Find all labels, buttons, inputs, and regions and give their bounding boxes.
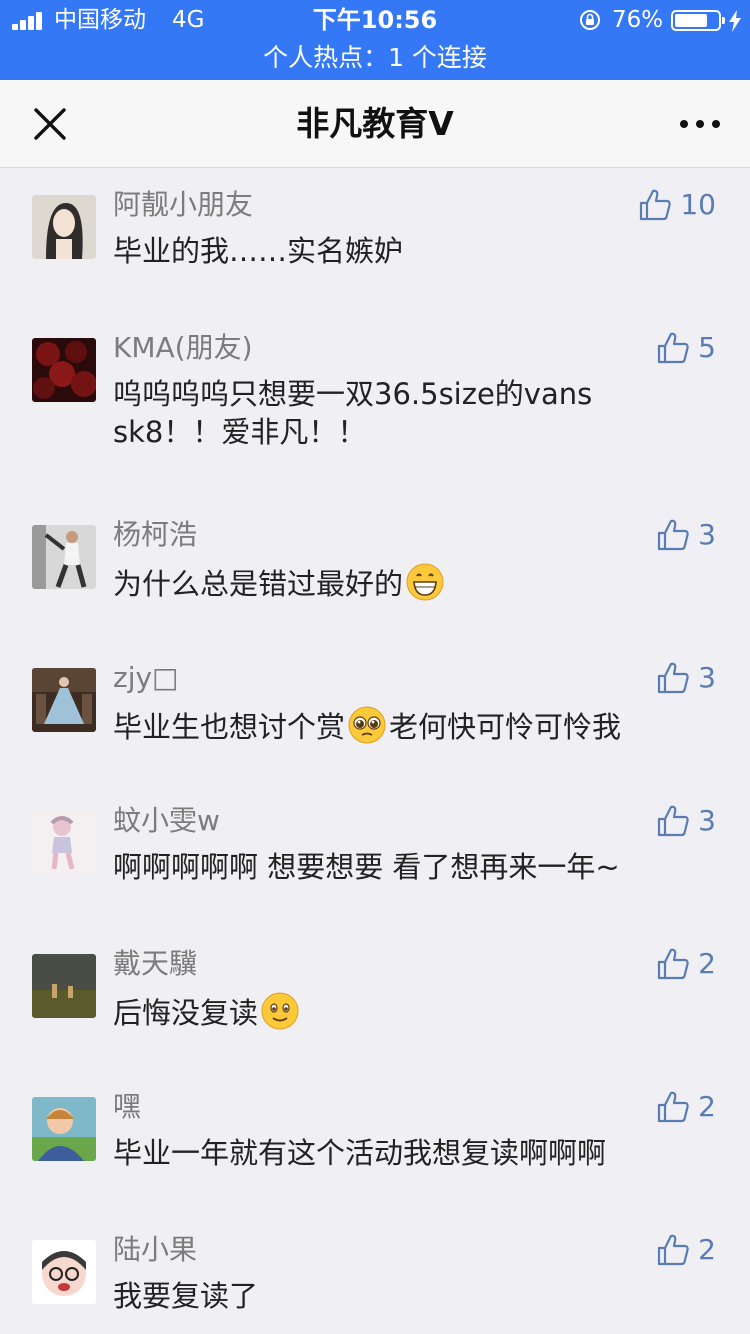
comment-nickname: zjy□ <box>113 661 179 694</box>
comment-text: 我要复读了 <box>113 1279 259 1313</box>
avatar[interactable] <box>32 811 96 875</box>
like-count: 5 <box>698 331 716 364</box>
avatar[interactable] <box>32 338 96 402</box>
hotspot-banner[interactable]: 个人热点：1 个连接 <box>0 42 750 74</box>
battery-percent: 76% <box>612 7 664 33</box>
like-button[interactable]: 2 <box>656 942 716 986</box>
comment-text: 后悔没复读 <box>113 991 673 1032</box>
comment-nickname: 蚊小雯w <box>113 804 220 837</box>
like-count: 2 <box>698 947 716 980</box>
battery-level <box>675 14 707 27</box>
avatar[interactable] <box>32 195 96 259</box>
avatar[interactable] <box>32 668 96 732</box>
like-button[interactable]: 3 <box>656 656 716 700</box>
status-bar: 中国移动 4G 下午10:56 76% 个人热点：1 个连接 <box>0 0 750 80</box>
close-icon[interactable] <box>28 102 72 146</box>
like-button[interactable]: 2 <box>656 1228 716 1272</box>
like-count: 2 <box>698 1233 716 1266</box>
thumbs-up-icon <box>640 189 672 221</box>
like-button[interactable]: 3 <box>656 799 716 843</box>
page-title: 非凡教育V <box>296 104 454 143</box>
thumbs-up-icon <box>658 519 689 551</box>
like-button[interactable]: 2 <box>656 1085 716 1129</box>
like-button[interactable]: 5 <box>656 326 716 370</box>
avatar[interactable] <box>32 954 96 1018</box>
like-button[interactable]: 3 <box>656 513 716 557</box>
like-count: 3 <box>698 518 716 551</box>
avatar[interactable] <box>32 1240 96 1304</box>
smiling-emoji-icon <box>261 992 299 1030</box>
battery-icon <box>671 10 725 31</box>
comment-nickname: 杨柯浩 <box>113 518 198 551</box>
thumbs-up-icon <box>658 332 689 364</box>
thumbs-up-icon <box>658 805 689 837</box>
thumbs-up-icon <box>658 948 689 980</box>
navigation-bar: 非凡教育V <box>0 80 750 168</box>
charging-bolt-icon <box>729 10 741 32</box>
comment-text: 毕业的我……实名嫉妒 <box>113 234 404 268</box>
comment-nickname: KMA(朋友) <box>113 331 253 364</box>
thumbs-up-icon <box>658 1234 689 1266</box>
comment-nickname: 阿靓小朋友 <box>113 188 254 221</box>
comment-text: 毕业生也想讨个赏 老何快可怜可怜我 <box>113 705 673 746</box>
like-count: 3 <box>698 804 716 837</box>
comment-nickname: 陆小果 <box>113 1233 198 1266</box>
comment-text: 呜呜呜呜只想要一双36.5size的vans sk8！！爱非凡！！ <box>113 377 593 449</box>
comment-text-after: 老何快可怜可怜我 <box>389 710 622 744</box>
rotation-lock-icon <box>580 10 600 30</box>
comment-text-content: 后悔没复读 <box>113 996 259 1030</box>
comment-text: 毕业一年就有这个活动我想复读啊啊啊 <box>113 1136 607 1170</box>
more-dots-icon[interactable] <box>672 112 728 136</box>
like-button[interactable]: 10 <box>638 183 716 227</box>
thumbs-up-icon <box>658 1091 689 1123</box>
avatar[interactable] <box>32 525 96 589</box>
comment-text-content: 为什么总是错过最好的 <box>113 567 404 601</box>
avatar[interactable] <box>32 1097 96 1161</box>
comment-nickname: 嘿 <box>113 1090 142 1123</box>
like-count: 10 <box>680 188 716 221</box>
grinning-emoji-icon <box>406 563 444 601</box>
comment-text: 为什么总是错过最好的 <box>113 562 673 603</box>
comment-list: 阿靓小朋友 10 毕业的我……实名嫉妒 KMA(朋友) 5 呜呜呜呜只想要一双3… <box>0 168 750 1334</box>
comment-nickname: 戴天驥 <box>113 947 198 980</box>
like-count: 3 <box>698 661 716 694</box>
comment-text: 啊啊啊啊啊 想要想要 看了想再来一年~ <box>113 850 620 884</box>
like-count: 2 <box>698 1090 716 1123</box>
pleading-emoji-icon <box>348 706 386 744</box>
thumbs-up-icon <box>658 662 689 694</box>
comment-text-before: 毕业生也想讨个赏 <box>113 710 346 744</box>
